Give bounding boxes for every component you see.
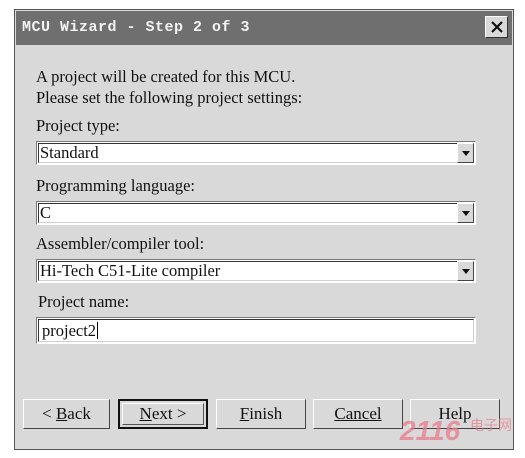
chevron-down-icon xyxy=(461,150,470,156)
programming-language-value: C xyxy=(40,203,52,222)
back-button[interactable]: < Back xyxy=(23,399,110,429)
intro-line-2: Please set the following project setting… xyxy=(36,88,303,107)
close-button[interactable] xyxy=(485,16,508,38)
project-type-value: Standard xyxy=(40,143,99,162)
text-cursor xyxy=(97,322,99,339)
project-type-dropdown-button[interactable] xyxy=(457,143,474,163)
title-bar[interactable]: MCU Wizard - Step 2 of 3 xyxy=(16,11,512,45)
intro-line-1: A project will be created for this MCU. xyxy=(36,67,296,86)
finish-button[interactable]: Finish xyxy=(216,399,306,429)
assembler-tool-dropdown-button[interactable] xyxy=(457,261,474,281)
svg-text:电子网: 电子网 xyxy=(470,418,512,434)
programming-language-select[interactable]: C xyxy=(36,201,476,225)
assembler-tool-label: Assembler/compiler tool: xyxy=(36,234,205,253)
project-type-label: Project type: xyxy=(36,116,120,135)
next-button[interactable]: Next > xyxy=(118,399,208,429)
assembler-tool-select[interactable]: Hi-Tech C51-Lite compiler xyxy=(36,259,476,283)
close-icon xyxy=(490,21,503,33)
site-watermark-logo: 2116 电子网 xyxy=(398,412,516,446)
programming-language-label: Programming language: xyxy=(36,176,196,195)
project-name-label: Project name: xyxy=(38,292,130,311)
chevron-down-icon xyxy=(461,268,470,274)
project-name-value: project2 xyxy=(42,321,97,340)
programming-language-dropdown-button[interactable] xyxy=(457,203,474,223)
chevron-down-icon xyxy=(461,210,470,216)
watermark-icon: 2116 电子网 xyxy=(399,415,512,446)
cancel-button[interactable]: Cancel xyxy=(313,399,403,429)
window-title: MCU Wizard - Step 2 of 3 xyxy=(22,19,251,36)
svg-text:2116: 2116 xyxy=(399,415,461,446)
project-name-input[interactable]: project2 xyxy=(36,317,476,344)
project-type-select[interactable]: Standard xyxy=(36,141,476,165)
assembler-tool-value: Hi-Tech C51-Lite compiler xyxy=(40,261,221,280)
